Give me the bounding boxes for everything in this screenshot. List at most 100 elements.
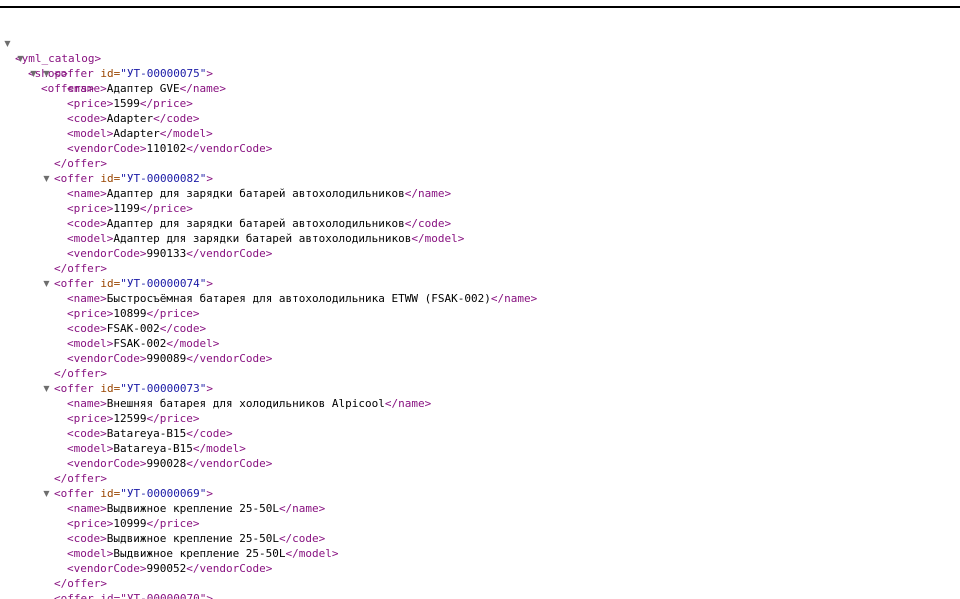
offer-model-line: <model>Выдвижное крепление 25-50L</model… [0, 546, 960, 561]
code-open-tag: <code> [67, 427, 107, 440]
offer-open-tag-start: <offer [54, 172, 94, 185]
collapse-triangle-icon[interactable]: ▼ [42, 486, 51, 501]
offer-price-line: <price>10899</price> [0, 306, 960, 321]
offer-open-tag-end: > [206, 487, 213, 500]
offer-close-line: </offer> [0, 261, 960, 276]
offer-id-attr-value: "УТ-00000069" [120, 487, 207, 500]
offer-open-line: ▼ <offer id="УТ-00000069"> [42, 486, 213, 501]
name-close-tag: </name> [490, 292, 538, 305]
price-close-tag: </price> [139, 97, 193, 110]
price-close-tag: </price> [139, 202, 193, 215]
offer-vendorcode-value: 990028 [146, 457, 187, 470]
offer-vendorcode-value: 990052 [146, 562, 187, 575]
vendorcode-open-tag: <vendorCode> [67, 247, 147, 260]
offer-open-tag-start: <offer [54, 382, 94, 395]
offer-price-value: 12599 [113, 412, 147, 425]
price-open-tag: <price> [67, 517, 114, 530]
collapse-triangle-icon[interactable]: ▼ [42, 171, 51, 186]
offer-open-tag-start: <offer [54, 277, 94, 290]
offer-id-attr-name: id [100, 172, 114, 185]
offer-price-line: <price>10999</price> [0, 516, 960, 531]
model-open-tag: <model> [67, 127, 114, 140]
offer-close-line: </offer> [0, 471, 960, 486]
offer-open-line: ▼ <offer id="УТ-00000082"> [42, 171, 213, 186]
name-open-tag: <name> [67, 397, 107, 410]
offer-vendorcode-line: <vendorCode>990133</vendorCode> [0, 246, 960, 261]
offer-id-attr-name: id [100, 382, 114, 395]
offer-id-attr-value: "УТ-00000073" [120, 382, 207, 395]
top-border [0, 6, 960, 8]
offer-code-value: Batareya-B15 [106, 427, 187, 440]
code-open-tag: <code> [67, 532, 107, 545]
offer-vendorcode-line: <vendorCode>990089</vendorCode> [0, 351, 960, 366]
code-open-tag: <code> [67, 217, 107, 230]
offer-code-value: Adapter [106, 112, 154, 125]
offer-name-line: <name>Внешняя батарея для холодильников … [0, 396, 960, 411]
offer-price-line: <price>1199</price> [0, 201, 960, 216]
offer-name-value: Быстросъёмная батарея для автохолодильни… [106, 292, 491, 305]
model-close-tag: </model> [192, 442, 246, 455]
code-close-tag: </code> [186, 427, 233, 440]
offer-vendorcode-line: <vendorCode>110102</vendorCode> [0, 141, 960, 156]
offer-vendorcode-line: <vendorCode>990052</vendorCode> [0, 561, 960, 576]
offer-open-tag-start: <offer [54, 67, 94, 80]
offer-price-value: 1199 [113, 202, 140, 215]
offer-id-attr-value: "УТ-00000074" [120, 277, 207, 290]
offer-id-attr-name: id [100, 67, 114, 80]
code-open-tag: <code> [67, 112, 107, 125]
offer-code-value: Адаптер для зарядки батарей автохолодиль… [106, 217, 405, 230]
offer-open-tag-end: > [206, 172, 213, 185]
name-close-tag: </name> [384, 397, 432, 410]
vendorcode-close-tag: </vendorCode> [186, 142, 273, 155]
offer-code-line: <code>FSAK-002</code> [0, 321, 960, 336]
offer-open-line: ▼ <offer id="УТ-00000073"> [42, 381, 213, 396]
offer-close-tag: </offer> [54, 472, 107, 485]
offer-open-tag-end: > [206, 277, 213, 290]
offer-code-value: Выдвижное крепление 25-50L [106, 532, 279, 545]
shop-line: ▼ <shop> [0, 36, 960, 80]
model-close-tag: </model> [159, 127, 213, 140]
collapse-triangle-icon[interactable]: ▼ [42, 276, 51, 291]
offers-list: ▼ <offer id="УТ-00000075"> <name>Адаптер G… [0, 66, 960, 591]
offer-price-line: <price>12599</price> [0, 411, 960, 426]
partial-offer-line: <offer id="УТ-00000070"> [0, 591, 960, 599]
collapse-triangle-icon[interactable]: ▼ [42, 381, 51, 396]
price-open-tag: <price> [67, 97, 114, 110]
offer-close-tag: </offer> [54, 367, 107, 380]
collapse-triangle-icon[interactable]: ▼ [42, 66, 51, 81]
offer-model-value: Adapter [113, 127, 160, 140]
offer-model-value: FSAK-002 [113, 337, 167, 350]
offer-code-value: FSAK-002 [106, 322, 160, 335]
price-close-tag: </price> [146, 517, 200, 530]
partial-offer-tag: <offer id="УТ-00000070"> [54, 592, 213, 599]
code-close-tag: </code> [153, 112, 200, 125]
yml-catalog-line: ▼ <yml_catalog> [0, 21, 960, 65]
offer-model-value: Адаптер для зарядки батарей автохолодиль… [113, 232, 412, 245]
vendorcode-close-tag: </vendorCode> [186, 352, 273, 365]
vendorcode-open-tag: <vendorCode> [67, 457, 147, 470]
offer-name-line: <name>Быстросъёмная батарея для автохоло… [0, 291, 960, 306]
offer-name-value: Адаптер GVE [106, 82, 180, 95]
offer-id-attr-value: "УТ-00000075" [120, 67, 207, 80]
offer-name-line: <name>Адаптер GVE</name> [0, 81, 960, 96]
vendorcode-open-tag: <vendorCode> [67, 142, 147, 155]
offer-code-line: <code>Адаптер для зарядки батарей автохо… [0, 216, 960, 231]
offer-id-attr-name: id [100, 277, 114, 290]
code-open-tag: <code> [67, 322, 107, 335]
offer-name-line: <name>Адаптер для зарядки батарей автохо… [0, 186, 960, 201]
offers-line: ▼ <offers> [0, 51, 960, 95]
vendorcode-open-tag: <vendorCode> [67, 352, 147, 365]
name-open-tag: <name> [67, 292, 107, 305]
code-close-tag: </code> [278, 532, 326, 545]
name-open-tag: <name> [67, 187, 107, 200]
model-close-tag: </model> [166, 337, 220, 350]
offer-close-line: </offer> [0, 156, 960, 171]
offer-code-line: <code>Adapter</code> [0, 111, 960, 126]
offer-model-line: <model>Batareya-B15</model> [0, 441, 960, 456]
offer-vendorcode-line: <vendorCode>990028</vendorCode> [0, 456, 960, 471]
offer-model-value: Выдвижное крепление 25-50L [113, 547, 286, 560]
xml-tree: ▼ <yml_catalog> ▼ <shop> ▼ <offers> ▼ <of… [0, 21, 960, 599]
offer-code-line: <code>Batareya-B15</code> [0, 426, 960, 441]
offer-price-value: 10899 [113, 307, 147, 320]
offer-price-value: 1599 [113, 97, 140, 110]
